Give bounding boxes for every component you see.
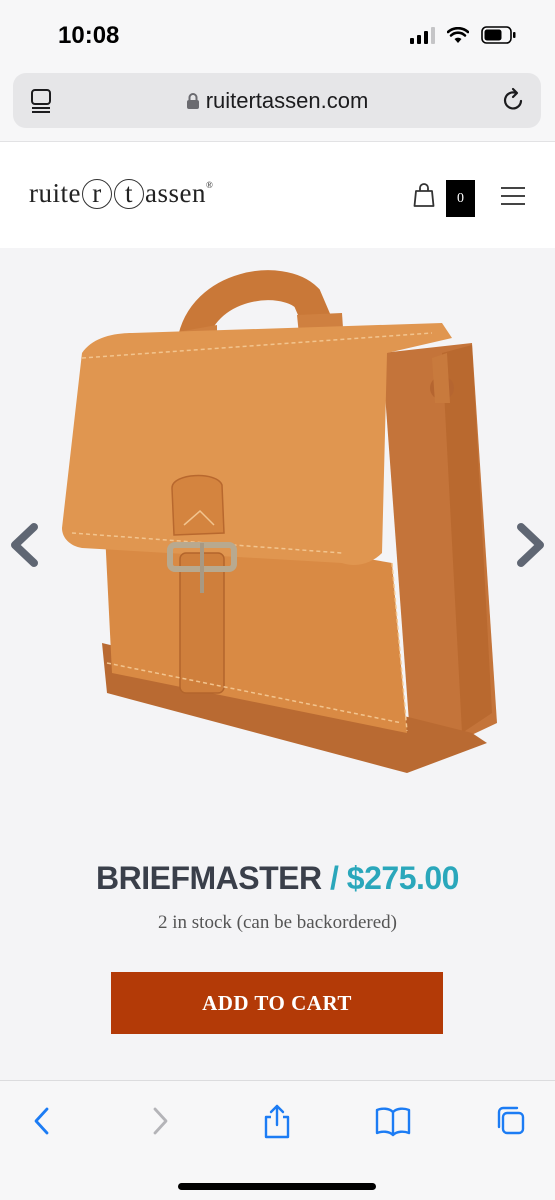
wifi-icon <box>447 26 469 43</box>
site-logo[interactable]: ruite r t assen® <box>29 178 213 209</box>
tabs-icon[interactable] <box>494 1103 528 1139</box>
logo-ring-r: r <box>81 179 112 209</box>
chevron-left-icon[interactable] <box>8 523 40 567</box>
logo-text-start: ruite <box>29 178 81 208</box>
url-display[interactable]: ruitertassen.com <box>13 88 541 114</box>
product-image <box>62 270 497 773</box>
cellular-signal-icon <box>410 26 435 44</box>
share-icon[interactable] <box>260 1103 294 1141</box>
logo-text-end: assen <box>144 178 206 208</box>
add-to-cart-button[interactable]: ADD TO CART <box>111 972 443 1034</box>
logo-ring-t: t <box>113 179 144 209</box>
status-bar: 10:08 <box>0 0 555 70</box>
bookmarks-icon[interactable] <box>374 1103 412 1139</box>
reload-icon[interactable] <box>501 86 527 114</box>
chevron-right-icon[interactable] <box>515 523 547 567</box>
stock-status: 2 in stock (can be backordered) <box>158 912 397 933</box>
url-text: ruitertassen.com <box>205 88 369 113</box>
lock-icon <box>186 93 199 109</box>
product-name: BRIEFMASTER <box>96 860 322 896</box>
status-icons <box>410 26 517 44</box>
product-price: $275.00 <box>346 860 460 896</box>
title-separator: / <box>330 860 339 896</box>
status-time: 10:08 <box>58 22 120 49</box>
cart-count-badge[interactable]: 0 <box>446 180 475 217</box>
hamburger-menu-icon[interactable] <box>500 186 526 206</box>
site-header: ruite r t assen® 0 <box>0 142 555 248</box>
browser-address-area: ruitertassen.com <box>0 70 555 142</box>
browser-toolbar <box>0 1080 555 1200</box>
product-gallery: BRIEFMASTER / $275.00 2 in stock (can be… <box>0 248 555 1080</box>
shopping-bag-icon[interactable] <box>413 182 435 208</box>
home-indicator <box>178 1183 376 1190</box>
logo-registered-mark: ® <box>205 180 214 190</box>
battery-icon <box>481 26 516 44</box>
address-bar[interactable]: ruitertassen.com <box>13 73 541 128</box>
product-title: BRIEFMASTER / $275.00 <box>0 860 555 897</box>
back-icon[interactable] <box>30 1103 54 1139</box>
forward-icon[interactable] <box>148 1103 172 1139</box>
